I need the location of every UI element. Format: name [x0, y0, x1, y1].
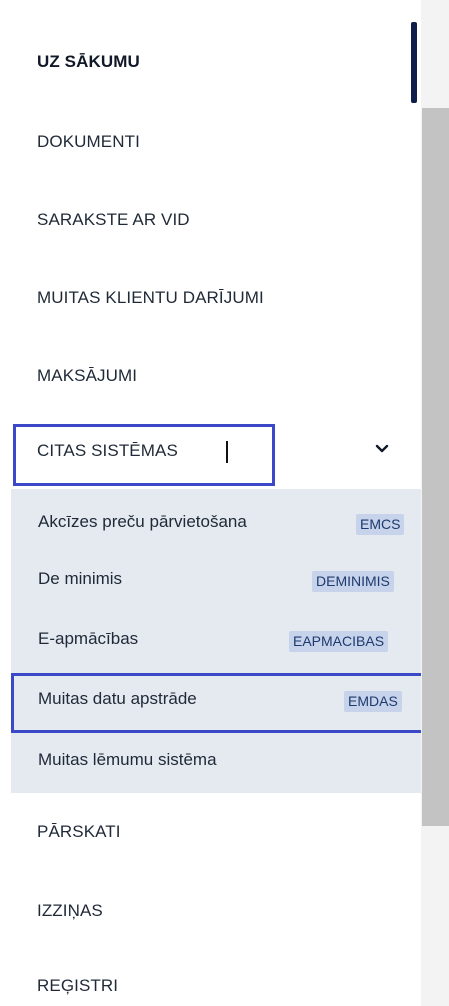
submenu-item-muitas-lemumu-sistema[interactable]: Muitas lēmumu sistēma [38, 750, 217, 770]
menu-item-izzinas[interactable]: IZZIŅAS [37, 901, 103, 921]
menu-item-uz-sakumu[interactable]: UZ SĀKUMU [37, 52, 140, 72]
highlight-muitas-datu-apstrade [11, 673, 445, 733]
menu-item-registri[interactable]: REĢISTRI [37, 976, 118, 996]
menu-item-sarakste-ar-vid[interactable]: SARAKSTE AR VID [37, 210, 190, 230]
scrollbar-thumb[interactable] [422, 108, 449, 826]
menu-item-dokumenti[interactable]: DOKUMENTI [37, 132, 140, 152]
chevron-down-icon[interactable] [374, 441, 390, 457]
submenu-item-e-apmacibas[interactable]: E-apmācības [38, 629, 138, 649]
submenu-item-de-minimis[interactable]: De minimis [38, 569, 122, 589]
badge-emcs: EMCS [356, 514, 405, 535]
submenu-item-akcizes[interactable]: Akcīzes preču pārvietošana [38, 512, 247, 532]
highlight-citas-sistemas [13, 424, 275, 486]
side-menu: UZ SĀKUMU DOKUMENTI SARAKSTE AR VID MUIT… [0, 0, 445, 1006]
menu-item-parskati[interactable]: PĀRSKATI [37, 822, 121, 842]
active-indicator [411, 22, 417, 103]
menu-item-muitas-klientu-darijumi[interactable]: MUITAS KLIENTU DARĪJUMI [37, 288, 264, 308]
badge-deminimis: DEMINIMIS [312, 571, 394, 592]
badge-eapmacibas: EAPMACIBAS [289, 631, 389, 652]
menu-item-maksajumi[interactable]: MAKSĀJUMI [37, 366, 137, 386]
